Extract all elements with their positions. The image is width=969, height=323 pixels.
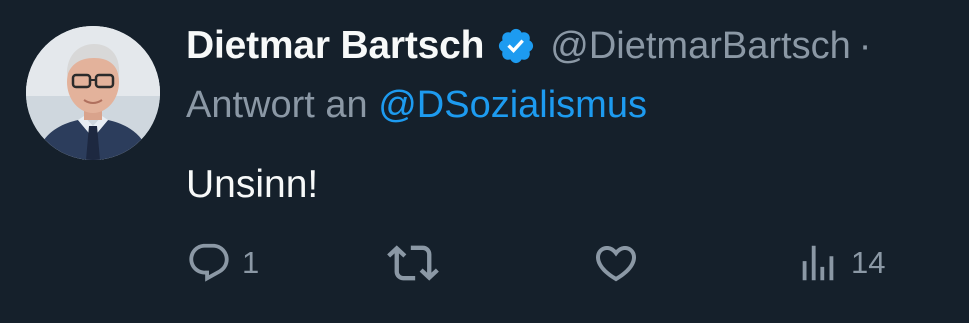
like-heart-icon — [595, 246, 637, 282]
verified-badge-icon[interactable] — [496, 26, 536, 66]
views-button[interactable]: 14 — [795, 238, 885, 288]
like-button[interactable] — [592, 238, 650, 288]
tweet[interactable]: Dietmar Bartsch @DietmarBartsch · Antwor… — [0, 0, 969, 323]
views-count: 14 — [851, 245, 886, 280]
reply-context: Antwort an @DSozialismus — [186, 84, 647, 127]
tweet-text: Unsinn! — [186, 163, 319, 206]
avatar-portrait-image — [26, 26, 160, 160]
reply-count: 1 — [242, 245, 260, 280]
tweet-header: Dietmar Bartsch @DietmarBartsch · — [186, 22, 871, 70]
reply-icon — [189, 243, 229, 282]
user-handle[interactable]: @DietmarBartsch — [550, 25, 850, 68]
reply-button[interactable]: 1 — [186, 238, 259, 288]
reply-prefix: Antwort an — [186, 84, 368, 126]
reply-mention-link[interactable]: @DSozialismus — [378, 84, 647, 126]
views-bar-chart-icon — [802, 245, 834, 281]
avatar[interactable] — [26, 26, 160, 160]
retweet-button[interactable] — [387, 238, 449, 288]
separator-dot: · — [858, 24, 872, 67]
retweet-icon — [387, 245, 439, 281]
display-name[interactable]: Dietmar Bartsch — [186, 24, 484, 68]
tweet-actions-bar: 1 14 — [0, 238, 969, 288]
